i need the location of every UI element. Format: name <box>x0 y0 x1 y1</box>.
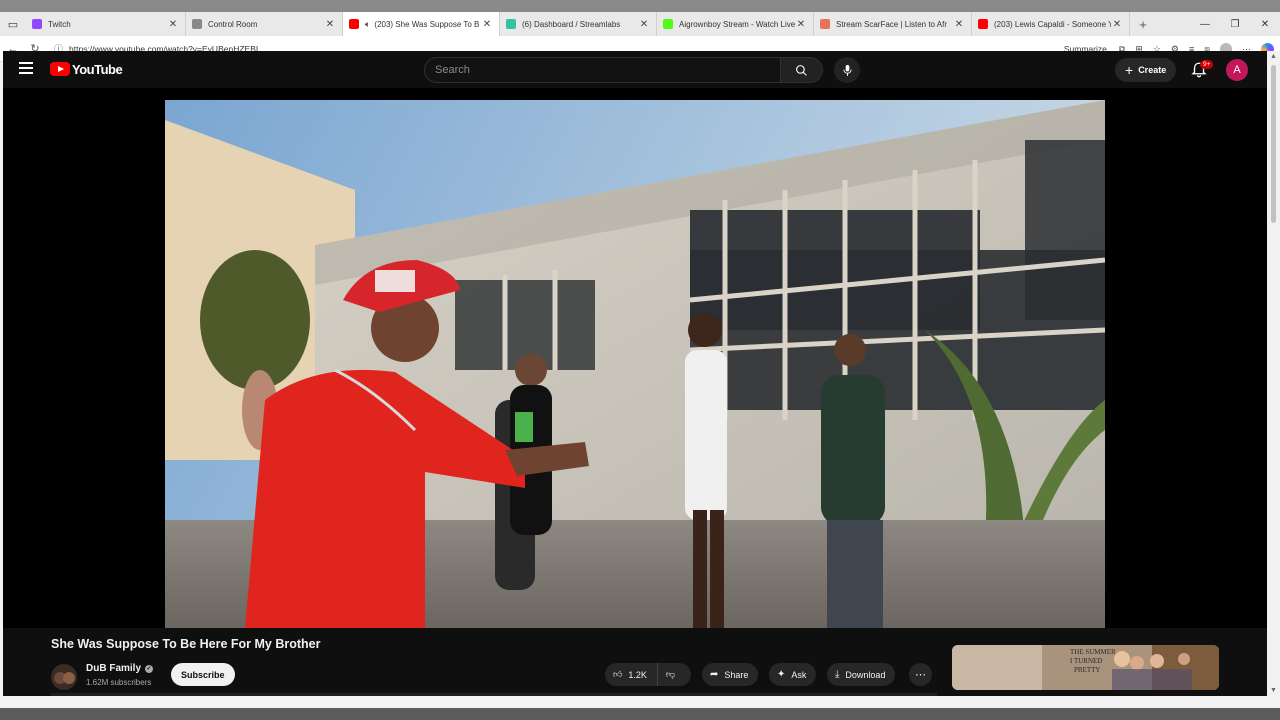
channel-name[interactable]: DuB Family ✓ <box>86 663 154 674</box>
download-button[interactable]: ⤓ Download <box>827 663 896 686</box>
recommended-thumbnail-image: THE SUMMER I TURNED PRETTY <box>952 645 1219 690</box>
channel-avatar[interactable] <box>51 664 77 690</box>
tab-close-icon[interactable]: ✕ <box>795 19 807 30</box>
search-icon <box>796 64 807 76</box>
ask-button[interactable]: ✦ Ask <box>769 663 817 686</box>
download-icon: ⤓ <box>835 669 840 680</box>
browser-tab[interactable]: Aigrownboy Stream - Watch Live ✕ <box>657 12 814 36</box>
minimize-icon[interactable]: — <box>1190 12 1220 36</box>
maximize-icon[interactable]: ❐ <box>1220 12 1250 36</box>
video-details: She Was Suppose To Be Here For My Brothe… <box>3 628 1267 696</box>
tab-favicon-icon <box>820 19 830 29</box>
masthead: YouTube + Create 9+ A <box>3 51 1267 88</box>
tab-favicon-icon <box>663 19 673 29</box>
browser-tab[interactable]: (6) Dashboard / Streamlabs ✕ <box>500 12 657 36</box>
share-button[interactable]: ➦ Share <box>702 663 759 686</box>
browser-tab[interactable]: Twitch ✕ <box>26 12 186 36</box>
tab-audio-icon[interactable]: 🔈︎ <box>365 19 370 30</box>
verified-badge-icon: ✓ <box>145 664 154 673</box>
browser-tab[interactable]: (203) Lewis Capaldi - Someone Y ✕ <box>972 12 1130 36</box>
thumb-text-line-3: PRETTY <box>1074 666 1100 674</box>
tab-close-icon[interactable]: ✕ <box>481 19 493 30</box>
search-box <box>424 57 781 83</box>
search-input[interactable] <box>435 64 780 76</box>
tab-close-icon[interactable]: ✕ <box>324 19 336 30</box>
tab-title: Stream ScarFace | Listen to Afr <box>836 19 948 29</box>
scroll-up-icon[interactable]: ▲ <box>1270 53 1277 60</box>
dislike-button[interactable]: 👎︎ <box>658 669 683 680</box>
tab-favicon-icon <box>978 19 988 29</box>
share-label: Share <box>724 669 749 680</box>
video-player[interactable] <box>3 88 1267 628</box>
video-title: She Was Suppose To Be Here For My Brothe… <box>51 637 321 651</box>
description-box-edge <box>51 693 937 696</box>
new-tab-button[interactable]: + <box>1130 17 1156 32</box>
youtube-page: YouTube + Create 9+ A <box>3 51 1267 696</box>
search-button[interactable] <box>781 57 823 83</box>
tab-favicon-icon <box>506 19 516 29</box>
browser-tab[interactable]: Stream ScarFace | Listen to Afr ✕ <box>814 12 972 36</box>
microphone-icon <box>842 64 852 76</box>
channel-avatar-image <box>54 672 75 684</box>
tab-close-icon[interactable]: ✕ <box>638 19 650 30</box>
thumb-text-line-1: THE SUMMER <box>1070 648 1116 656</box>
notification-badge: 9+ <box>1200 60 1214 69</box>
video-frame[interactable] <box>165 100 1105 628</box>
download-label: Download <box>845 669 886 680</box>
thumbs-up-icon: 👍︎ <box>613 669 623 679</box>
tab-close-icon[interactable]: ✕ <box>953 19 965 30</box>
tab-title: Aigrownboy Stream - Watch Live <box>679 19 795 29</box>
browser-tab[interactable]: Control Room ✕ <box>186 12 343 36</box>
tab-favicon-icon <box>349 19 359 29</box>
tab-title: (203) She Was Suppose To B <box>374 19 480 29</box>
window-controls: — ❐ ✕ <box>1190 12 1280 36</box>
more-actions-button[interactable]: ⋯ <box>909 663 932 686</box>
youtube-logo[interactable]: YouTube <box>50 61 123 77</box>
scroll-down-icon[interactable]: ▼ <box>1270 687 1277 694</box>
youtube-play-icon <box>50 62 70 76</box>
tab-favicon-icon <box>32 19 42 29</box>
guide-menu-icon[interactable] <box>19 62 33 74</box>
like-button[interactable]: 👍︎ 1.2K <box>605 663 658 686</box>
tab-title: Twitch <box>48 19 71 29</box>
logo-text: YouTube <box>72 61 123 77</box>
like-count: 1.2K <box>628 669 647 680</box>
page-scrollbar[interactable]: ▲ ▼ <box>1267 51 1280 696</box>
tab-close-icon[interactable]: ✕ <box>1111 19 1123 30</box>
plus-icon: + <box>1125 62 1134 78</box>
tab-actions-icon[interactable]: ▭ <box>0 12 26 36</box>
recommended-video-thumbnail[interactable]: THE SUMMER I TURNED PRETTY <box>952 645 1219 690</box>
thumb-text-line-2: I TURNED <box>1070 657 1102 665</box>
scrollbar-thumb[interactable] <box>1271 65 1276 223</box>
create-label: Create <box>1138 65 1167 75</box>
voice-search-button[interactable] <box>834 57 860 83</box>
video-scene <box>165 100 1105 628</box>
tab-favicon-icon <box>192 19 202 29</box>
account-avatar[interactable]: A <box>1226 59 1248 81</box>
sparkle-icon: ✦ <box>777 669 786 680</box>
share-arrow-icon: ➦ <box>710 669 719 680</box>
tab-strip: ▭ Twitch ✕ Control Room ✕ 🔈︎ (203) She Was Su… <box>0 12 1280 36</box>
close-window-icon[interactable]: ✕ <box>1250 12 1280 36</box>
browser-tab[interactable]: 🔈︎ (203) She Was Suppose To B ✕ <box>343 12 500 36</box>
tab-title: Control Room <box>208 19 258 29</box>
create-button[interactable]: + Create <box>1115 58 1177 82</box>
like-dislike-group: 👍︎ 1.2K 👎︎ <box>605 663 691 686</box>
subscriber-count: 1.62M subscribers <box>86 678 152 687</box>
tab-title: (6) Dashboard / Streamlabs <box>522 19 621 29</box>
more-horizontal-icon: ⋯ <box>915 669 926 681</box>
ask-label: Ask <box>791 669 807 680</box>
tab-title: (203) Lewis Capaldi - Someone Y <box>994 19 1111 29</box>
channel-name-text: DuB Family <box>86 663 142 674</box>
thumbs-down-icon: 👎︎ <box>665 669 676 679</box>
tab-close-icon[interactable]: ✕ <box>167 19 179 30</box>
subscribe-button[interactable]: Subscribe <box>171 663 235 686</box>
